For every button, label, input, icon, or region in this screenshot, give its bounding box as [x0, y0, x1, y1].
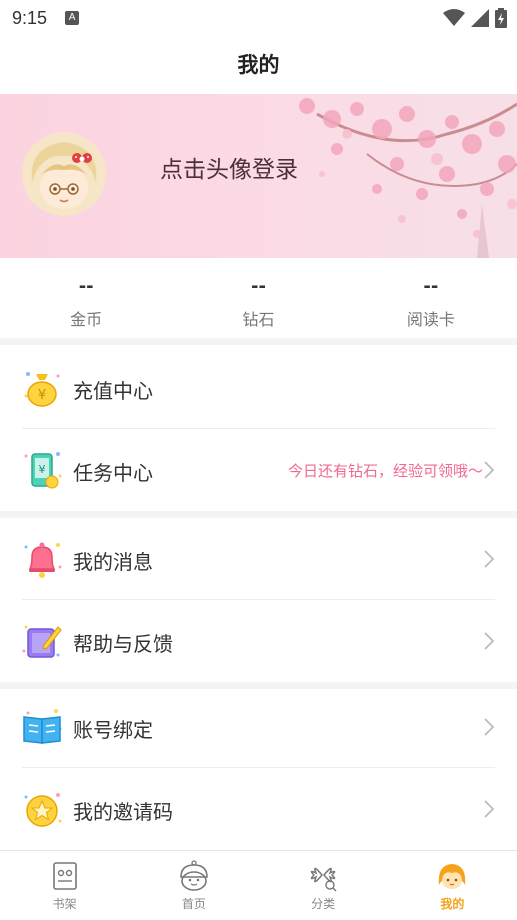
- home-face-icon: [180, 860, 208, 891]
- menu-label: 我的邀请码: [73, 800, 173, 824]
- section-divider: [0, 338, 517, 345]
- stat-value: --: [423, 276, 439, 297]
- bell-icon: [24, 542, 62, 578]
- task-hint: 今日还有钻石，经验可领哦～: [287, 462, 483, 480]
- category-clover-icon: [310, 867, 337, 892]
- profile-girl-icon: [439, 864, 466, 889]
- menu-label: 任务中心: [73, 461, 153, 485]
- chevron-right-icon: [484, 632, 495, 650]
- chevron-right-icon: [484, 800, 495, 818]
- nav-label: 我的: [440, 897, 465, 911]
- menu-label: 帮助与反馈: [73, 632, 173, 656]
- wifi-icon: [443, 9, 465, 26]
- menu-help-feedback[interactable]: 帮助与反馈: [0, 600, 517, 682]
- cherry-blossom-decoration: [299, 98, 517, 258]
- stat-diamonds[interactable]: -- 钻石: [172, 260, 344, 338]
- nav-label: 首页: [181, 897, 206, 911]
- battery-icon: [495, 8, 507, 28]
- menu-tasks[interactable]: ¥ 任务中心 今日还有钻石，经验可领哦～: [0, 429, 517, 511]
- section-divider: [0, 511, 517, 518]
- status-bar: 9:15 A: [0, 0, 517, 36]
- stat-coins[interactable]: -- 金币: [0, 260, 172, 338]
- menu-label: 账号绑定: [73, 718, 153, 742]
- status-icons: [443, 8, 507, 28]
- nav-home[interactable]: 首页: [129, 851, 258, 920]
- signal-icon: [471, 9, 489, 27]
- notification-icon: A: [65, 11, 80, 25]
- menu-recharge[interactable]: ¥ 充值中心: [0, 347, 517, 429]
- menu-account-binding[interactable]: 账号绑定: [0, 686, 517, 768]
- stat-label: 阅读卡: [406, 310, 455, 329]
- nav-label: 书架: [52, 897, 77, 911]
- avatar[interactable]: [22, 132, 106, 216]
- status-time: 9:15: [12, 7, 48, 28]
- nav-category[interactable]: 分类: [259, 851, 388, 920]
- login-prompt[interactable]: 点击头像登录: [160, 150, 298, 184]
- avatar-boy-icon: [22, 132, 106, 216]
- book-icon: [23, 709, 62, 744]
- menu-invite-code[interactable]: 我的邀请码: [0, 768, 517, 850]
- menu-messages[interactable]: 我的消息: [0, 518, 517, 600]
- svg-text:¥: ¥: [39, 463, 46, 476]
- page-title: 我的: [237, 53, 280, 77]
- star-coin-icon: [24, 793, 62, 827]
- chevron-right-icon: [484, 550, 495, 568]
- nav-bookshelf[interactable]: 书架: [0, 851, 129, 920]
- svg-text:¥: ¥: [38, 388, 46, 403]
- pencil-note-icon: [22, 625, 62, 658]
- nav-profile[interactable]: 我的: [388, 851, 517, 920]
- title-bar: 我的: [0, 36, 517, 92]
- bookshelf-icon: [52, 862, 77, 890]
- stats-row: -- 金币 -- 钻石 -- 阅读卡: [0, 260, 517, 338]
- stat-label: 钻石: [242, 310, 275, 329]
- chevron-right-icon: [484, 461, 495, 479]
- menu-label: 我的消息: [73, 550, 153, 574]
- stat-value: --: [251, 276, 266, 297]
- profile-banner[interactable]: 点击头像登录: [0, 94, 517, 258]
- bottom-nav: 书架 首页 分类 我的: [0, 850, 517, 920]
- menu-label: 充值中心: [73, 379, 153, 403]
- nav-label: 分类: [311, 897, 336, 911]
- stat-reading-card[interactable]: -- 阅读卡: [345, 260, 517, 338]
- stat-value: --: [78, 276, 94, 297]
- chevron-right-icon: [484, 718, 495, 736]
- money-bag-icon: ¥: [24, 372, 60, 407]
- stat-label: 金币: [70, 310, 103, 329]
- task-phone-icon: ¥: [24, 452, 62, 489]
